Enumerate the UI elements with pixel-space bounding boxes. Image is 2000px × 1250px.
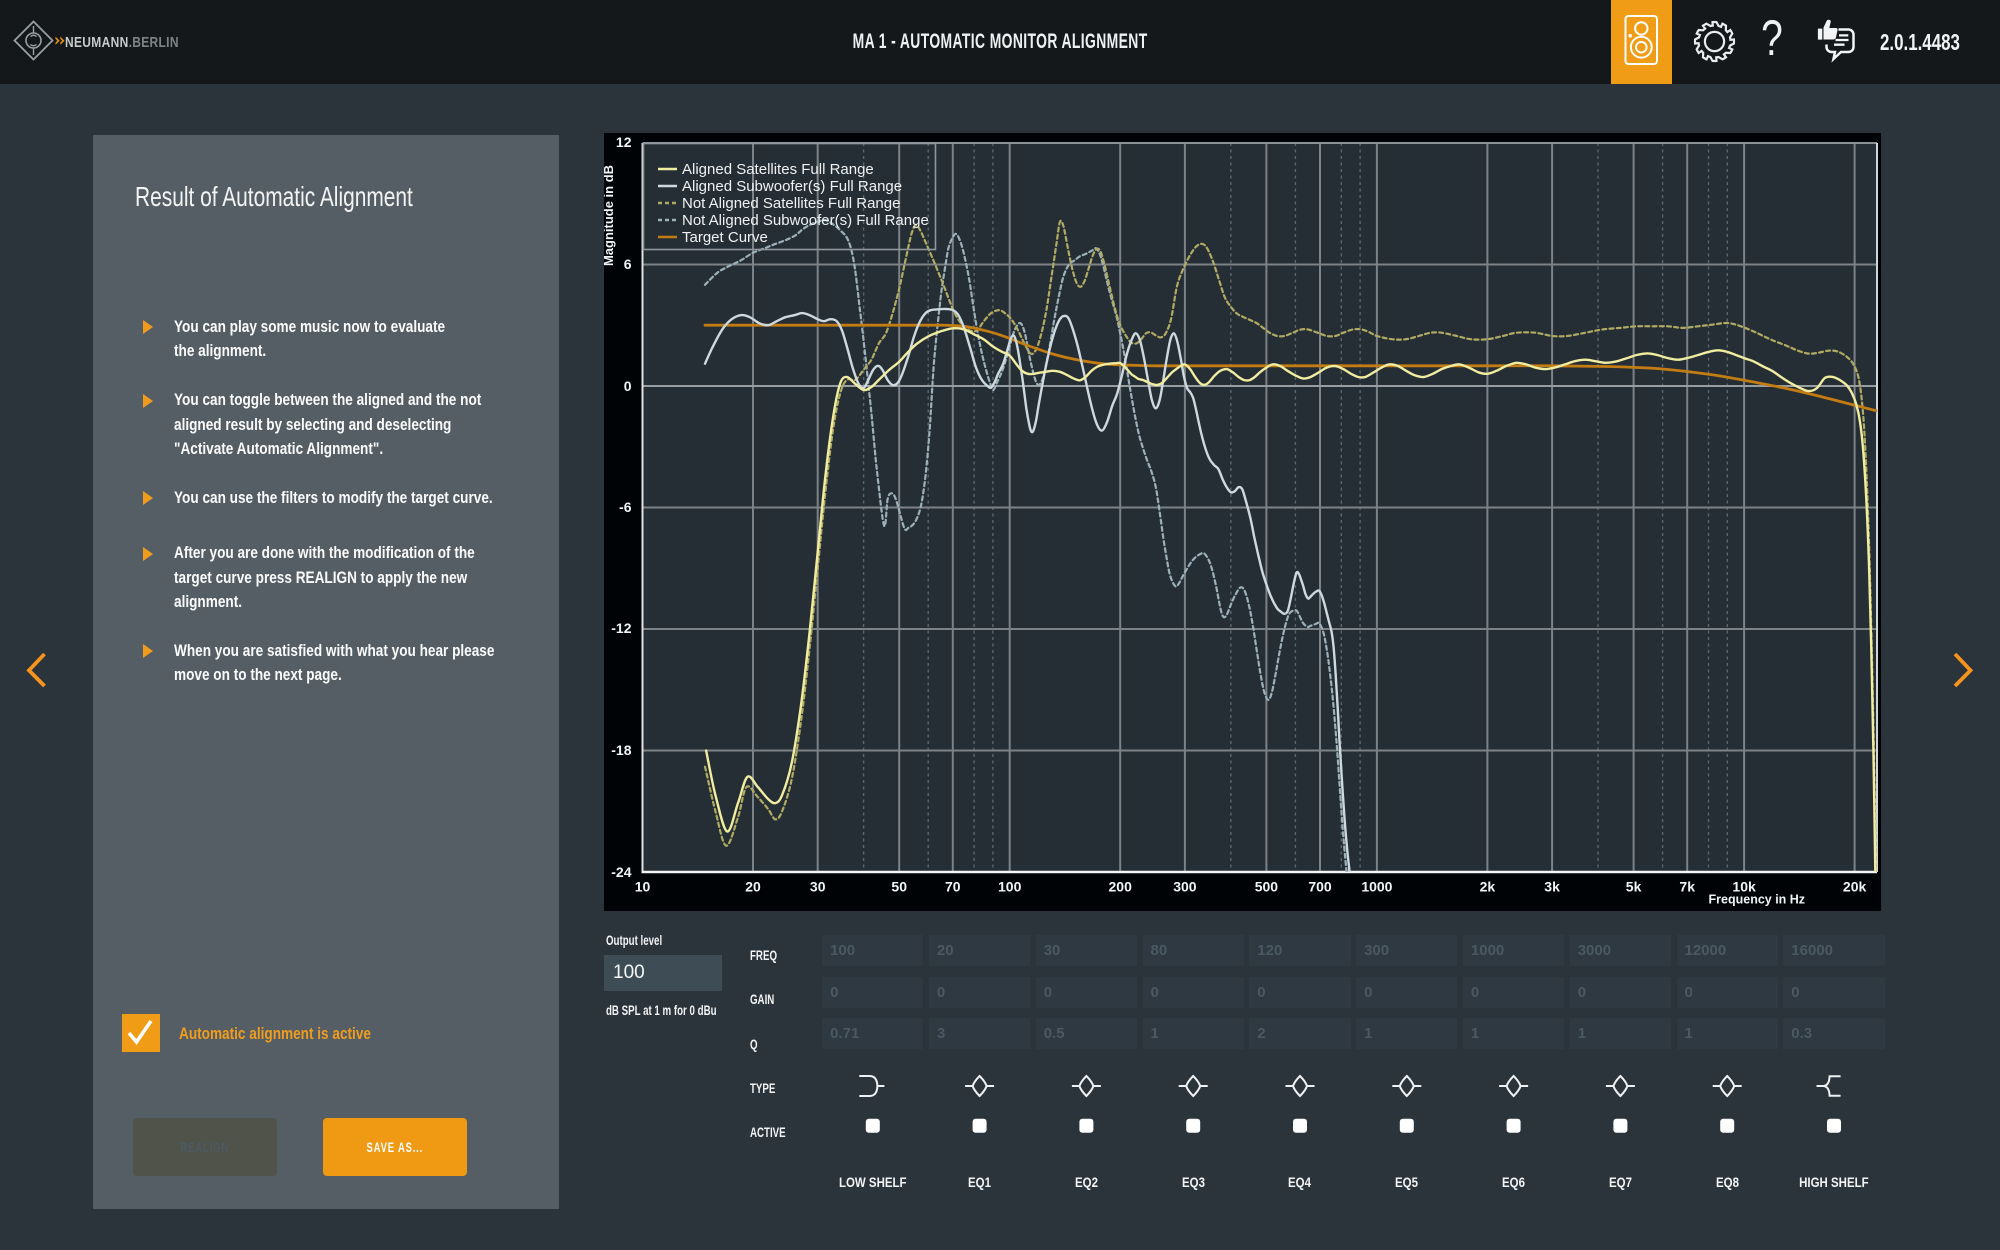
svg-text:7k: 7k: [1679, 879, 1695, 895]
svg-text:0: 0: [624, 378, 632, 394]
svg-text:-24: -24: [611, 864, 631, 880]
svg-text:30: 30: [810, 879, 826, 895]
svg-text:Aligned Satellites Full Range: Aligned Satellites Full Range: [682, 161, 874, 178]
svg-text:1000: 1000: [1361, 879, 1392, 895]
svg-text:3k: 3k: [1544, 879, 1560, 895]
svg-text:700: 700: [1308, 879, 1332, 895]
svg-text:70: 70: [945, 879, 961, 895]
svg-text:100: 100: [998, 879, 1022, 895]
svg-text:5k: 5k: [1626, 879, 1642, 895]
svg-text:Magnitude in dB: Magnitude in dB: [604, 165, 616, 266]
svg-text:500: 500: [1255, 879, 1279, 895]
svg-text:Aligned Subwoofer(s) Full Rang: Aligned Subwoofer(s) Full Range: [682, 178, 902, 195]
svg-text:2k: 2k: [1480, 879, 1496, 895]
svg-text:-18: -18: [611, 742, 631, 758]
svg-text:200: 200: [1109, 879, 1133, 895]
svg-text:20: 20: [745, 879, 761, 895]
svg-text:Target Curve: Target Curve: [682, 229, 768, 246]
svg-text:Not Aligned Subwoofer(s) Full: Not Aligned Subwoofer(s) Full Range: [682, 212, 929, 229]
svg-text:50: 50: [891, 879, 907, 895]
svg-text:6: 6: [624, 256, 632, 272]
svg-text:Frequency in Hz: Frequency in Hz: [1709, 893, 1806, 907]
svg-text:-12: -12: [611, 620, 631, 636]
svg-text:300: 300: [1173, 879, 1197, 895]
svg-text:Not Aligned Satellites Full Ra: Not Aligned Satellites Full Range: [682, 195, 900, 212]
svg-text:20k: 20k: [1843, 879, 1867, 895]
svg-text:-6: -6: [619, 499, 632, 515]
svg-text:12: 12: [616, 134, 632, 150]
svg-text:10: 10: [635, 879, 651, 895]
